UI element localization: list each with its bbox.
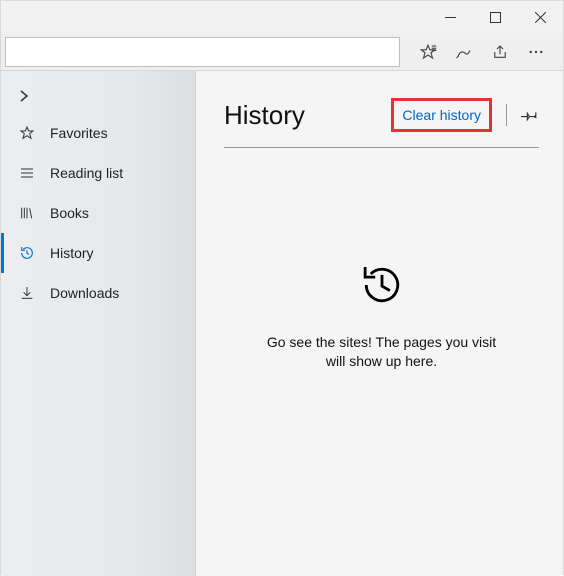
empty-line1: Go see the sites! The pages you visit	[267, 334, 496, 350]
header-divider	[506, 104, 507, 126]
sidebar-item-label: Favorites	[50, 125, 108, 141]
more-icon[interactable]	[520, 37, 552, 67]
sidebar-item-reading-list[interactable]: Reading list	[1, 153, 195, 193]
maximize-button[interactable]	[473, 1, 518, 33]
clear-history-link[interactable]: Clear history	[402, 107, 481, 123]
page-title: History	[224, 100, 391, 131]
history-icon	[18, 245, 36, 261]
empty-state: Go see the sites! The pages you visit wi…	[224, 258, 539, 371]
toolbar	[1, 33, 563, 71]
favorites-star-icon[interactable]	[412, 37, 444, 67]
sidebar-item-label: History	[50, 245, 94, 261]
empty-state-text: Go see the sites! The pages you visit wi…	[224, 333, 539, 371]
address-bar[interactable]	[5, 37, 400, 67]
reading-list-icon	[18, 165, 36, 181]
pin-button[interactable]	[521, 106, 539, 124]
back-button[interactable]	[1, 79, 195, 113]
minimize-button[interactable]	[428, 1, 473, 33]
sidebar-item-label: Downloads	[50, 285, 119, 301]
star-icon	[18, 125, 36, 141]
window-titlebar	[1, 1, 563, 33]
clear-history-highlight: Clear history	[391, 98, 492, 132]
share-icon[interactable]	[484, 37, 516, 67]
main-area: Favorites Reading list Books History Dow	[1, 71, 563, 576]
close-button[interactable]	[518, 1, 563, 33]
sidebar-item-history[interactable]: History	[1, 233, 195, 273]
empty-line2: will show up here.	[326, 353, 437, 369]
hub-sidebar: Favorites Reading list Books History Dow	[1, 71, 196, 576]
header-underline	[224, 147, 539, 148]
download-icon	[18, 285, 36, 301]
ink-note-icon[interactable]	[448, 37, 480, 67]
toolbar-icons	[400, 37, 552, 67]
sidebar-item-favorites[interactable]: Favorites	[1, 113, 195, 153]
content-pane: History Clear history Go see the	[196, 71, 563, 576]
sidebar-item-label: Books	[50, 205, 89, 221]
content-header: History Clear history	[224, 93, 539, 137]
books-icon	[18, 205, 36, 221]
sidebar-item-books[interactable]: Books	[1, 193, 195, 233]
sidebar-item-label: Reading list	[50, 165, 123, 181]
history-empty-icon	[224, 258, 539, 315]
sidebar-item-downloads[interactable]: Downloads	[1, 273, 195, 313]
